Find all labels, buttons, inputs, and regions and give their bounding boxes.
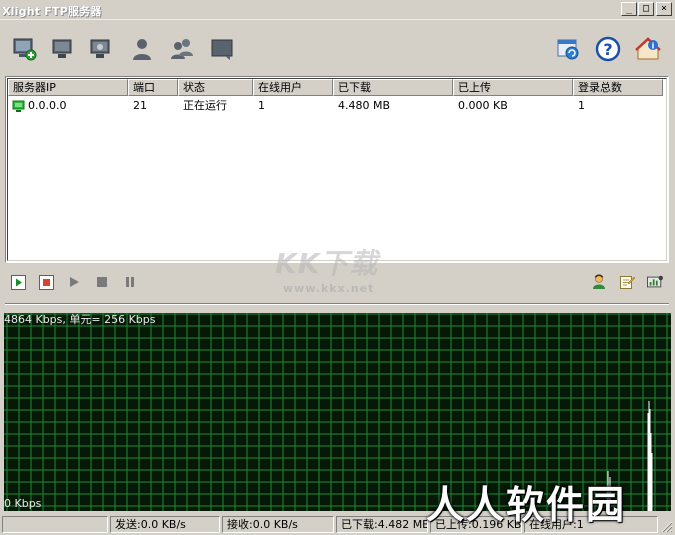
play-icon[interactable] (66, 274, 82, 290)
server-running-icon (12, 100, 25, 112)
brand-watermark: 人人软件园 (426, 483, 627, 527)
status-send-rate: 发送:0.0 KB/s (110, 516, 220, 533)
maximize-button[interactable]: □ (638, 2, 654, 16)
server-uploaded: 0.000 KB (458, 99, 508, 112)
server-ip: 0.0.0.0 (28, 99, 67, 112)
web-update-icon[interactable] (554, 35, 582, 63)
column-header-port[interactable]: 端口 (128, 79, 178, 96)
log-icon[interactable] (208, 35, 236, 63)
user-manager-icon[interactable] (591, 274, 607, 290)
control-bar (0, 268, 675, 298)
help-icon[interactable]: ? (594, 35, 622, 63)
column-header-status[interactable]: 状态 (178, 79, 253, 96)
server-status: 正在运行 (183, 99, 227, 112)
edit-icon[interactable] (619, 274, 635, 290)
close-button[interactable]: × (656, 2, 672, 16)
about-icon[interactable]: i (634, 35, 662, 63)
stop-server-icon[interactable] (38, 274, 54, 290)
server-port: 21 (133, 99, 147, 112)
svg-text:i: i (652, 42, 655, 51)
stop-icon[interactable] (94, 274, 110, 290)
column-header-logins[interactable]: 登录总数 (573, 79, 663, 96)
status-empty (2, 516, 108, 533)
pause-icon[interactable] (122, 274, 138, 290)
resize-grip-icon[interactable] (660, 520, 673, 533)
minimize-button[interactable]: _ (621, 2, 637, 16)
title-bar: Xlight FTP服务器 _ □ × (0, 0, 675, 20)
column-header-downloaded[interactable]: 已下载 (333, 79, 453, 96)
list-header: 服务器IP 端口 状态 在线用户 已下载 已上传 登录总数 (8, 79, 663, 96)
toolbar: ? i (0, 24, 675, 74)
status-recv-rate: 接收:0.0 KB/s (222, 516, 334, 533)
status-downloaded: 已下载:4.482 MB (336, 516, 428, 533)
server-downloaded: 4.480 MB (338, 99, 391, 112)
graph-max-label: 4864 Kbps, 单元= 256 Kbps (4, 313, 156, 326)
server-settings-icon[interactable] (86, 35, 114, 63)
add-server-icon[interactable] (10, 35, 38, 63)
server-logins: 1 (578, 99, 585, 112)
stats-icon[interactable] (647, 274, 663, 290)
server-list: 服务器IP 端口 状态 在线用户 已下载 已上传 登录总数 0.0.0.0 21… (5, 76, 669, 263)
window-title: Xlight FTP服务器 (2, 5, 102, 18)
server-icon[interactable] (48, 35, 76, 63)
graph-min-label: 0 Kbps (4, 497, 42, 510)
users-icon[interactable] (168, 35, 196, 63)
column-header-uploaded[interactable]: 已上传 (453, 79, 573, 96)
user-icon[interactable] (128, 35, 156, 63)
start-server-icon[interactable] (10, 274, 26, 290)
column-header-ip[interactable]: 服务器IP (8, 79, 128, 96)
column-header-online-users[interactable]: 在线用户 (253, 79, 333, 96)
separator (5, 303, 669, 305)
server-online-users: 1 (258, 99, 265, 112)
svg-text:?: ? (603, 40, 612, 59)
table-row[interactable]: 0.0.0.0 21 正在运行 1 4.480 MB 0.000 KB 1 (8, 97, 663, 115)
